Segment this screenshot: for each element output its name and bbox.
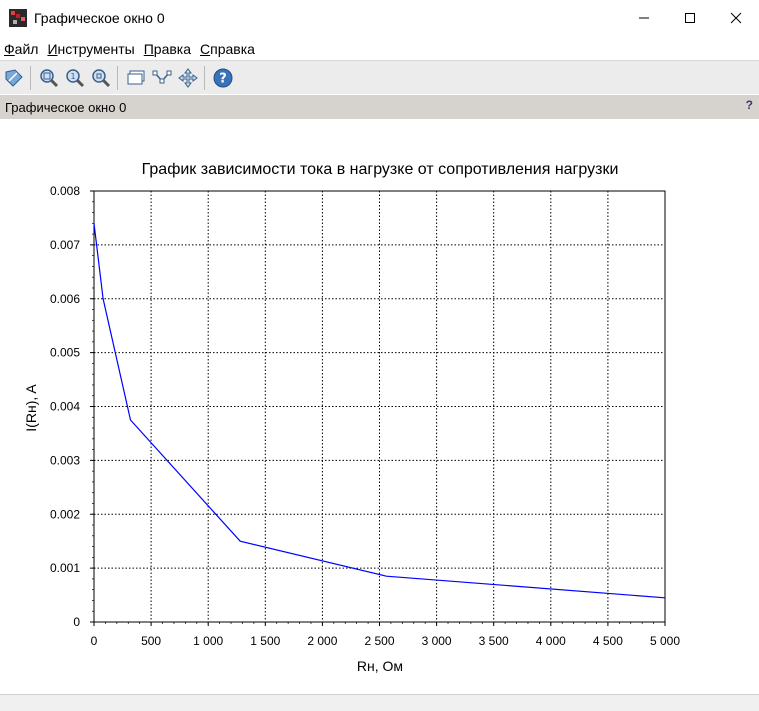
help-icon: ? — [213, 68, 233, 87]
y-tick-label: 0.004 — [50, 400, 80, 414]
tab-bar: Графическое окно 0 ? — [0, 95, 759, 119]
rotate-button[interactable] — [2, 66, 26, 90]
pan-button[interactable] — [176, 66, 200, 90]
menu-bar: Файл Инструменты Правка Справка — [0, 38, 759, 60]
x-tick-label: 4 000 — [536, 634, 566, 648]
x-tick-label: 3 000 — [422, 634, 452, 648]
x-tick-label: 2 500 — [364, 634, 394, 648]
grid — [94, 191, 665, 622]
toolbar-separator — [117, 65, 118, 90]
y-tick-label: 0.008 — [50, 184, 80, 198]
maximize-icon — [685, 13, 695, 23]
x-tick-label: 2 000 — [307, 634, 337, 648]
menu-file[interactable]: Файл — [0, 41, 43, 57]
x-tick-label: 3 500 — [479, 634, 509, 648]
x-tick-label: 500 — [141, 634, 161, 648]
help-button[interactable]: ? — [211, 66, 235, 90]
svg-text:1: 1 — [70, 72, 75, 81]
pan-icon — [178, 67, 198, 88]
x-axis-label: Rн, Ом — [357, 658, 403, 674]
x-tick-label: 5 000 — [650, 634, 680, 648]
menu-help[interactable]: Справка — [196, 41, 260, 57]
zoom-area-button[interactable] — [37, 66, 61, 90]
toolbar-separator — [204, 65, 205, 90]
zoom-out-button[interactable] — [89, 66, 113, 90]
x-tick-label: 1 500 — [250, 634, 280, 648]
x-tick-label: 1 000 — [193, 634, 223, 648]
y-tick-label: 0.002 — [50, 507, 80, 521]
datatip-button[interactable] — [124, 66, 148, 90]
tab-help-button[interactable]: ? — [746, 98, 753, 112]
zoom-area-icon — [40, 68, 59, 87]
minimize-icon — [639, 17, 649, 19]
plot-frame — [93, 190, 666, 623]
toolbar-separator — [30, 65, 31, 90]
x-tick-label: 0 — [91, 634, 98, 648]
close-button[interactable] — [713, 0, 759, 36]
rotate-icon — [5, 68, 23, 87]
zoom-out-icon — [92, 68, 111, 87]
minimize-button[interactable] — [621, 0, 667, 36]
y-tick-label: 0.005 — [50, 346, 80, 360]
edit-curve-button[interactable] — [150, 66, 174, 90]
zoom-original-icon: 1 — [66, 68, 85, 87]
scilab-graphics-icon — [9, 9, 27, 27]
y-tick-label: 0.007 — [50, 238, 80, 252]
title-bar: Графическое окно 0 — [0, 0, 759, 36]
status-bar — [0, 694, 759, 711]
datatip-icon — [127, 70, 145, 84]
zoom-original-button[interactable]: 1 — [63, 66, 87, 90]
y-tick-label: 0.003 — [50, 453, 80, 467]
x-tick-label: 4 500 — [593, 634, 623, 648]
menu-edit[interactable]: Правка — [140, 41, 196, 57]
axes: 0 500 1 000 1 500 2 000 2 500 3 000 3 500 4 000 4… — [50, 184, 680, 648]
y-tick-label: 0.006 — [50, 292, 80, 306]
chart: График зависимости тока в нагрузке от со… — [23, 161, 680, 674]
tab-graphics-window[interactable]: Графическое окно 0 — [5, 100, 126, 115]
close-icon — [730, 12, 742, 24]
y-axis-label: I(Rн), A — [23, 384, 39, 432]
y-tick-label: 0 — [73, 615, 80, 629]
maximize-button[interactable] — [667, 0, 713, 36]
svg-text:?: ? — [219, 71, 227, 86]
y-tick-label: 0.001 — [50, 561, 80, 575]
menu-tools[interactable]: Инструменты — [43, 41, 139, 57]
window-title: Графическое окно 0 — [34, 10, 165, 26]
chart-title: График зависимости тока в нагрузке от со… — [142, 161, 619, 178]
toolbar: 1 ? — [0, 61, 759, 94]
edit-curve-icon — [152, 70, 172, 83]
